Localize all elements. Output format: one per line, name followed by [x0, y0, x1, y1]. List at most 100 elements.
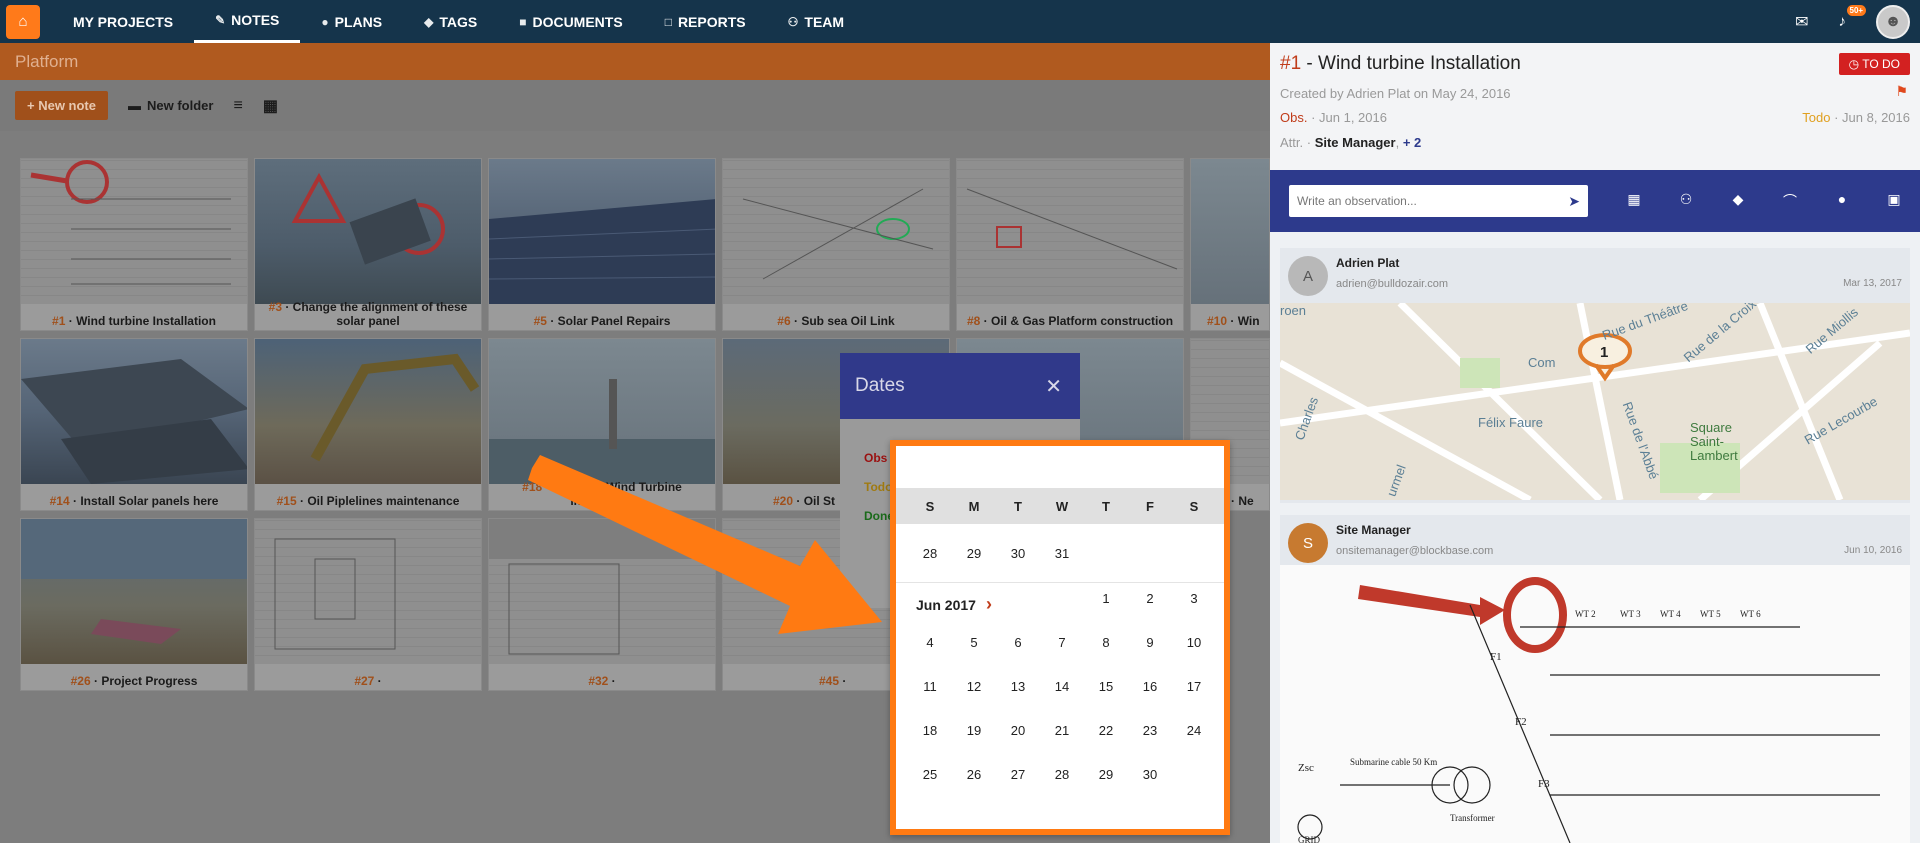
nav-tags[interactable]: ◆ TAGS: [403, 0, 498, 43]
calendar-day[interactable]: 27: [996, 767, 1040, 782]
note-title: #8 · Oil & Gas Platform construction: [966, 314, 1174, 328]
calendar-day[interactable]: 16: [1128, 679, 1172, 694]
weekday-label: S: [925, 498, 935, 514]
calendar-day[interactable]: 21: [1040, 723, 1084, 738]
calendar-day[interactable]: 20: [996, 723, 1040, 738]
todo-date-label[interactable]: Todo: [864, 480, 892, 494]
send-icon[interactable]: ➤: [1568, 193, 1580, 210]
calendar-day[interactable]: 22: [1084, 723, 1128, 738]
note-card[interactable]: #14 · Install Solar panels here: [20, 338, 248, 511]
tag-icon[interactable]: ◆: [1712, 191, 1764, 211]
calendar-day[interactable]: 23: [1128, 723, 1172, 738]
calendar-day[interactable]: 9: [1128, 635, 1172, 650]
mail-icon[interactable]: ✉: [1795, 12, 1808, 32]
note-label: Oil & Gas Platform construction: [991, 314, 1174, 328]
calendar-day[interactable]: 2: [1128, 591, 1172, 606]
calendar-day[interactable]: 13: [996, 679, 1040, 694]
note-card[interactable]: #10 · Win: [1190, 158, 1270, 331]
note-card[interactable]: #1 · Wind turbine Installation: [20, 158, 248, 331]
people-icon[interactable]: ⚇: [1660, 191, 1712, 211]
calendar-day[interactable]: 30: [996, 546, 1040, 561]
map-pin-number[interactable]: 1: [1600, 344, 1608, 361]
grid-view-icon[interactable]: ▦: [263, 96, 278, 116]
note-thumbnail: [489, 519, 715, 664]
app-logo-icon[interactable]: ⌂: [6, 4, 40, 39]
calendar-day[interactable]: 11: [908, 679, 952, 694]
weekday-label: T: [1102, 498, 1110, 514]
note-title: #6 · Sub sea Oil Link: [777, 314, 895, 328]
bell-icon[interactable]: ♪ 50+: [1839, 5, 1867, 30]
project-progress-photo: [21, 519, 247, 644]
diagram-label: WT 5: [1700, 609, 1721, 619]
calendar-day[interactable]: 24: [1172, 723, 1216, 738]
new-note-button[interactable]: + New note: [15, 91, 108, 120]
note-thumbnail: [489, 339, 715, 484]
note-title: #32 ·: [588, 674, 616, 688]
note-card[interactable]: #5 · Solar Panel Repairs: [488, 158, 716, 331]
nav-my-projects[interactable]: MY PROJECTS: [52, 0, 194, 43]
calendar-day[interactable]: 4: [908, 635, 952, 650]
calendar-day[interactable]: 28: [908, 546, 952, 561]
nav-label: NOTES: [231, 12, 280, 28]
calendar-icon[interactable]: ▦: [1608, 191, 1660, 211]
calendar-day[interactable]: 31: [1040, 546, 1084, 561]
calendar-day[interactable]: 1: [1084, 591, 1128, 606]
calendar-day[interactable]: 19: [952, 723, 996, 738]
calendar-day[interactable]: 6: [996, 635, 1040, 650]
status-badge[interactable]: ◷ TO DO: [1838, 53, 1910, 75]
calendar-day[interactable]: 30: [1128, 767, 1172, 782]
note-number: #14: [49, 494, 70, 508]
nav-plans[interactable]: ● PLANS: [300, 0, 403, 43]
assignee-name[interactable]: Site Manager: [1315, 135, 1396, 150]
calendar-day[interactable]: 10: [1172, 635, 1216, 650]
calendar-day[interactable]: 28: [1040, 767, 1084, 782]
calendar-day[interactable]: 18: [908, 723, 952, 738]
note-card[interactable]: #26 · Project Progress: [20, 518, 248, 691]
diagram-label: F1: [1490, 651, 1502, 663]
nav-documents[interactable]: ■ DOCUMENTS: [498, 0, 643, 43]
note-card[interactable]: #15 · Oil Piplelines maintenance: [254, 338, 482, 511]
nav-notes[interactable]: ✎ NOTES: [194, 0, 301, 43]
user-avatar[interactable]: ☻: [1876, 4, 1910, 39]
wind-farm-diagram[interactable]: WT 2 WT 3 WT 4 WT 5 WT 6 F1 F2 F3 Submar…: [1280, 565, 1910, 843]
floor-plan-drawing: [489, 519, 715, 655]
note-card[interactable]: #18 · Offshore Wind Turbine Installation: [488, 338, 716, 511]
note-card[interactable]: #3 · Change the alignment of these solar…: [254, 158, 482, 331]
location-map[interactable]: Com Félix Faure Square Saint-Lambert Rue…: [1280, 303, 1910, 500]
calendar-day[interactable]: 7: [1040, 635, 1084, 650]
observation-input[interactable]: Write an observation... ➤: [1289, 185, 1588, 217]
note-card[interactable]: #8 · Oil & Gas Platform construction: [956, 158, 1184, 331]
wind-turbine-drawing: [30, 160, 231, 285]
calendar-day[interactable]: 8: [1084, 635, 1128, 650]
nav-reports[interactable]: □ REPORTS: [644, 0, 767, 43]
feed-date: Jun 10, 2016: [1844, 545, 1902, 556]
camera-icon[interactable]: ▣: [1868, 191, 1920, 211]
new-folder-button[interactable]: ▬ New folder: [128, 98, 213, 113]
calendar-day[interactable]: 29: [1084, 767, 1128, 782]
diagram-label: Submarine cable 50 Km: [1350, 757, 1437, 767]
note-thumbnail: [723, 159, 949, 304]
note-card[interactable]: #32 ·: [488, 518, 716, 691]
location-icon[interactable]: ●: [1816, 191, 1868, 211]
nav-label: REPORTS: [677, 13, 746, 30]
obs-date-label[interactable]: Obs: [864, 451, 887, 465]
calendar-day[interactable]: 14: [1040, 679, 1084, 694]
calendar-day[interactable]: 3: [1172, 591, 1216, 606]
note-title: #14 · Install Solar panels here: [49, 494, 219, 508]
close-icon[interactable]: ✕: [1045, 374, 1062, 399]
calendar-day[interactable]: 26: [952, 767, 996, 782]
calendar-day[interactable]: 5: [952, 635, 996, 650]
filter-icon[interactable]: ≡: [233, 97, 242, 115]
calendar-day[interactable]: 17: [1172, 679, 1216, 694]
note-card[interactable]: #6 · Sub sea Oil Link: [722, 158, 950, 331]
flag-icon[interactable]: ⚑: [1895, 83, 1908, 100]
calendar-day[interactable]: 12: [952, 679, 996, 694]
note-card[interactable]: #27 ·: [254, 518, 482, 691]
warning-sign-photo: [291, 172, 445, 265]
calendar-day[interactable]: 15: [1084, 679, 1128, 694]
attachment-icon[interactable]: ⌒: [1764, 191, 1816, 211]
calendar-day[interactable]: 25: [908, 767, 952, 782]
more-assignees-link[interactable]: + 2: [1403, 135, 1421, 150]
nav-team[interactable]: ⚇ TEAM: [767, 0, 865, 43]
calendar-day[interactable]: 29: [952, 546, 996, 561]
